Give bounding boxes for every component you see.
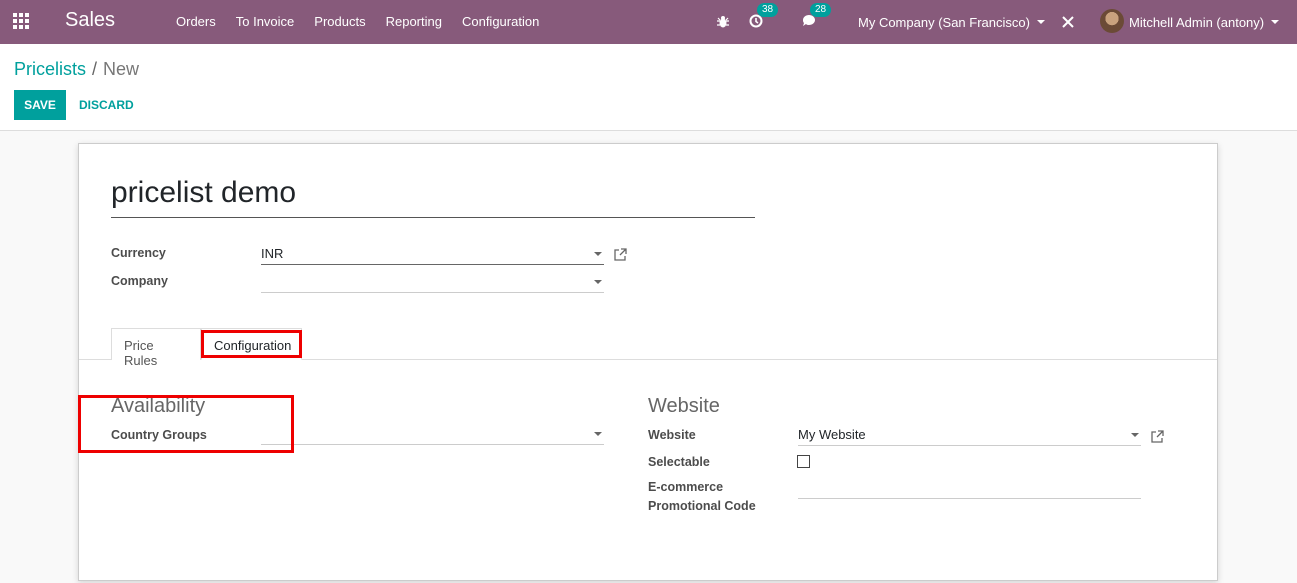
chevron-down-icon <box>1271 20 1280 24</box>
currency-value: INR <box>261 246 284 261</box>
tab-configuration[interactable]: Configuration <box>201 328 302 360</box>
breadcrumb: Pricelists / New <box>14 59 139 80</box>
pricelist-name-input[interactable]: pricelist demo <box>111 174 755 218</box>
user-menu[interactable]: Mitchell Admin (antony) <box>1129 0 1280 44</box>
main-menu: Orders To Invoice Products Reporting Con… <box>176 14 559 29</box>
user-name: Mitchell Admin (antony) <box>1129 14 1265 30</box>
debug-bug-icon[interactable] <box>716 0 730 44</box>
country-groups-field[interactable] <box>261 423 604 445</box>
top-navbar: Sales Orders To Invoice Products Reporti… <box>0 0 1297 44</box>
breadcrumb-separator: / <box>92 59 98 79</box>
availability-title: Availability <box>111 395 206 417</box>
external-link-icon[interactable] <box>1151 430 1164 443</box>
currency-label: Currency <box>111 246 166 260</box>
menu-configuration[interactable]: Configuration <box>462 14 539 29</box>
messages-badge: 28 <box>810 2 832 17</box>
app-name[interactable]: Sales <box>65 9 115 32</box>
discard-button[interactable]: Discard <box>79 98 134 112</box>
company-name: My Company (San Francisco) <box>858 14 1030 30</box>
selectable-checkbox[interactable] <box>797 455 810 468</box>
menu-orders[interactable]: Orders <box>176 14 216 29</box>
dropdown-caret-icon[interactable] <box>594 252 602 256</box>
company-label: Company <box>111 274 168 288</box>
menu-products[interactable]: Products <box>314 14 365 29</box>
currency-field[interactable]: INR <box>261 243 604 265</box>
menu-to-invoice[interactable]: To Invoice <box>236 14 295 29</box>
form-sheet: pricelist demo Currency INR Company Pric… <box>78 143 1218 581</box>
activity-badge: 38 <box>757 2 779 17</box>
tools-icon[interactable] <box>1061 0 1075 44</box>
breadcrumb-pricelists[interactable]: Pricelists <box>14 59 86 79</box>
breadcrumb-current: New <box>103 59 140 79</box>
apps-menu-icon[interactable] <box>13 13 31 31</box>
website-label: Website <box>648 428 696 442</box>
selectable-label: Selectable <box>648 455 710 469</box>
dropdown-caret-icon[interactable] <box>594 280 602 284</box>
dropdown-caret-icon[interactable] <box>594 432 602 436</box>
menu-reporting[interactable]: Reporting <box>386 14 442 29</box>
website-title: Website <box>648 395 720 417</box>
website-value: My Website <box>798 427 866 442</box>
tab-price-rules[interactable]: Price Rules <box>111 328 201 368</box>
promo-label-line2: Promotional Code <box>648 499 756 513</box>
website-field[interactable]: My Website <box>798 424 1141 446</box>
activity-button[interactable]: 38 <box>749 0 779 44</box>
promo-label-line1: E-commerce <box>648 480 724 494</box>
external-link-icon[interactable] <box>614 248 627 261</box>
save-button[interactable]: Save <box>14 90 66 120</box>
company-field[interactable] <box>261 271 604 293</box>
company-switcher[interactable]: My Company (San Francisco) <box>858 0 1045 44</box>
messages-button[interactable]: 28 <box>802 0 832 44</box>
avatar[interactable] <box>1100 9 1124 33</box>
promo-code-input[interactable] <box>798 477 1141 499</box>
country-groups-label: Country Groups <box>111 428 207 442</box>
chevron-down-icon <box>1036 20 1045 24</box>
dropdown-caret-icon[interactable] <box>1131 433 1139 437</box>
control-panel: Pricelists / New Save Discard <box>0 44 1297 131</box>
